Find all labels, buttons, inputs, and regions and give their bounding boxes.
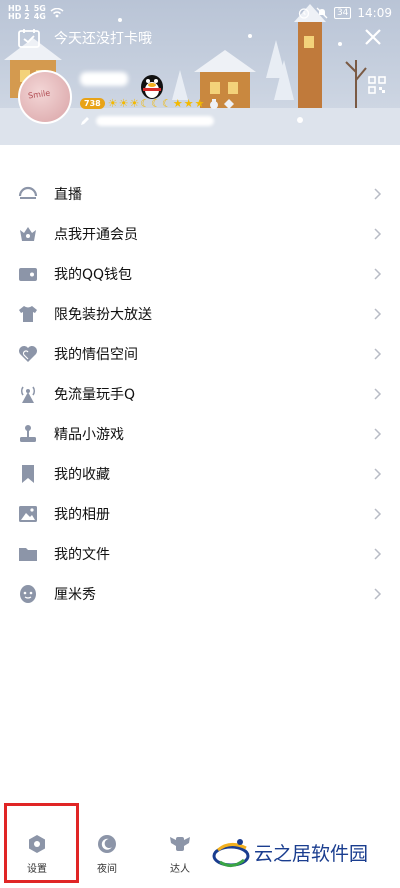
menu-label: 点我开通会员 [54, 227, 138, 243]
edit-pencil-icon [81, 117, 89, 125]
battery-indicator: 34 [333, 7, 352, 19]
menu-item-vip[interactable]: 点我开通会员 [0, 214, 400, 254]
chevron-right-icon [374, 308, 382, 320]
qq-penguin-icon [141, 75, 163, 99]
watermark: 云之居软件园 [212, 832, 368, 872]
watermark-text: 云之居软件园 [254, 842, 369, 865]
menu-item-live[interactable]: 直播 [0, 174, 400, 214]
vip-crown-icon [20, 227, 36, 241]
menu-item-dress-up[interactable]: 限免装扮大放送 [0, 294, 400, 334]
wallet-icon [19, 268, 37, 281]
bookmark-icon [22, 465, 34, 483]
settings-highlight-box [4, 803, 79, 883]
nickname-redacted [80, 72, 128, 86]
qr-code-icon[interactable] [368, 76, 386, 94]
night-mode-button[interactable]: 夜间 [82, 834, 132, 875]
joystick-icon [20, 425, 36, 442]
menu-label: 我的文件 [54, 547, 110, 563]
live-icon [18, 186, 38, 199]
chevron-right-icon [374, 188, 382, 200]
vip-badge: 738 [80, 98, 105, 109]
clock: 14:09 [357, 6, 392, 20]
menu-label: 我的情侣空间 [54, 347, 138, 363]
menu-label: 免流量玩手Q [54, 387, 136, 403]
watermark-logo-icon [212, 839, 250, 867]
photo-icon [19, 506, 37, 522]
night-mode-label: 夜间 [97, 864, 117, 875]
menu-item-mini-games[interactable]: 精品小游戏 [0, 414, 400, 454]
wifi-icon [50, 8, 64, 18]
shirt-icon [19, 306, 37, 322]
moon-icon [98, 835, 116, 853]
level-icons: ☀☀☀☾☾☾★★★ [107, 97, 206, 110]
menu-label: 我的相册 [54, 507, 110, 523]
heart-icon [19, 346, 37, 362]
menu-label: 我的QQ钱包 [54, 267, 133, 283]
chevron-right-icon [374, 428, 382, 440]
chevron-right-icon [374, 548, 382, 560]
menu-item-album[interactable]: 我的相册 [0, 494, 400, 534]
chevron-right-icon [374, 508, 382, 520]
menu-item-cmshow[interactable]: 厘米秀 [0, 574, 400, 614]
alarm-icon [298, 8, 310, 19]
chevron-right-icon [374, 388, 382, 400]
menu-item-favorites[interactable]: 我的收藏 [0, 454, 400, 494]
chevron-right-icon [374, 268, 382, 280]
checkin-reminder[interactable]: 今天还没打卡哦 [18, 28, 152, 48]
chevron-right-icon [374, 348, 382, 360]
network-type-2: 4G [33, 12, 46, 21]
drawer-menu: 直播 点我开通会员 我的QQ钱包 限免装扮大放送 我的情侣空间 免流量玩手Q 精… [0, 174, 400, 614]
checkin-text: 今天还没打卡哦 [54, 31, 152, 47]
chevron-right-icon [374, 468, 382, 480]
expert-label: 达人 [170, 864, 190, 875]
menu-label: 我的收藏 [54, 467, 110, 483]
profile-header: HD 1 HD 2 5G 4G 34 14:09 今天还没打卡哦 Smile 7… [0, 0, 400, 145]
menu-item-couple-space[interactable]: 我的情侣空间 [0, 334, 400, 374]
status-bar: HD 1 HD 2 5G 4G 34 14:09 [0, 0, 400, 26]
chevron-right-icon [374, 588, 382, 600]
sim2-label: HD 2 [8, 12, 30, 21]
menu-item-files[interactable]: 我的文件 [0, 534, 400, 574]
avatar[interactable]: Smile [18, 70, 72, 124]
menu-item-wallet[interactable]: 我的QQ钱包 [0, 254, 400, 294]
calendar-check-icon [18, 29, 40, 48]
mute-icon [316, 7, 328, 19]
avatar-text: Smile [27, 88, 51, 101]
signature-row[interactable] [80, 116, 214, 126]
face-icon [20, 585, 36, 603]
medal-icon [210, 98, 219, 109]
chevron-right-icon [374, 228, 382, 240]
expert-button[interactable]: 达人 [155, 834, 205, 875]
winged-badge-icon [170, 837, 190, 851]
folder-icon [19, 548, 37, 561]
close-icon[interactable] [362, 26, 384, 48]
antenna-icon [20, 386, 36, 403]
menu-label: 厘米秀 [54, 587, 96, 603]
menu-label: 精品小游戏 [54, 427, 124, 443]
signature-redacted [96, 116, 214, 126]
diamond-icon [224, 98, 235, 109]
level-badges[interactable]: 738 ☀☀☀☾☾☾★★★ [80, 97, 235, 110]
menu-item-free-data[interactable]: 免流量玩手Q [0, 374, 400, 414]
menu-label: 限免装扮大放送 [54, 307, 152, 323]
menu-label: 直播 [54, 187, 82, 203]
